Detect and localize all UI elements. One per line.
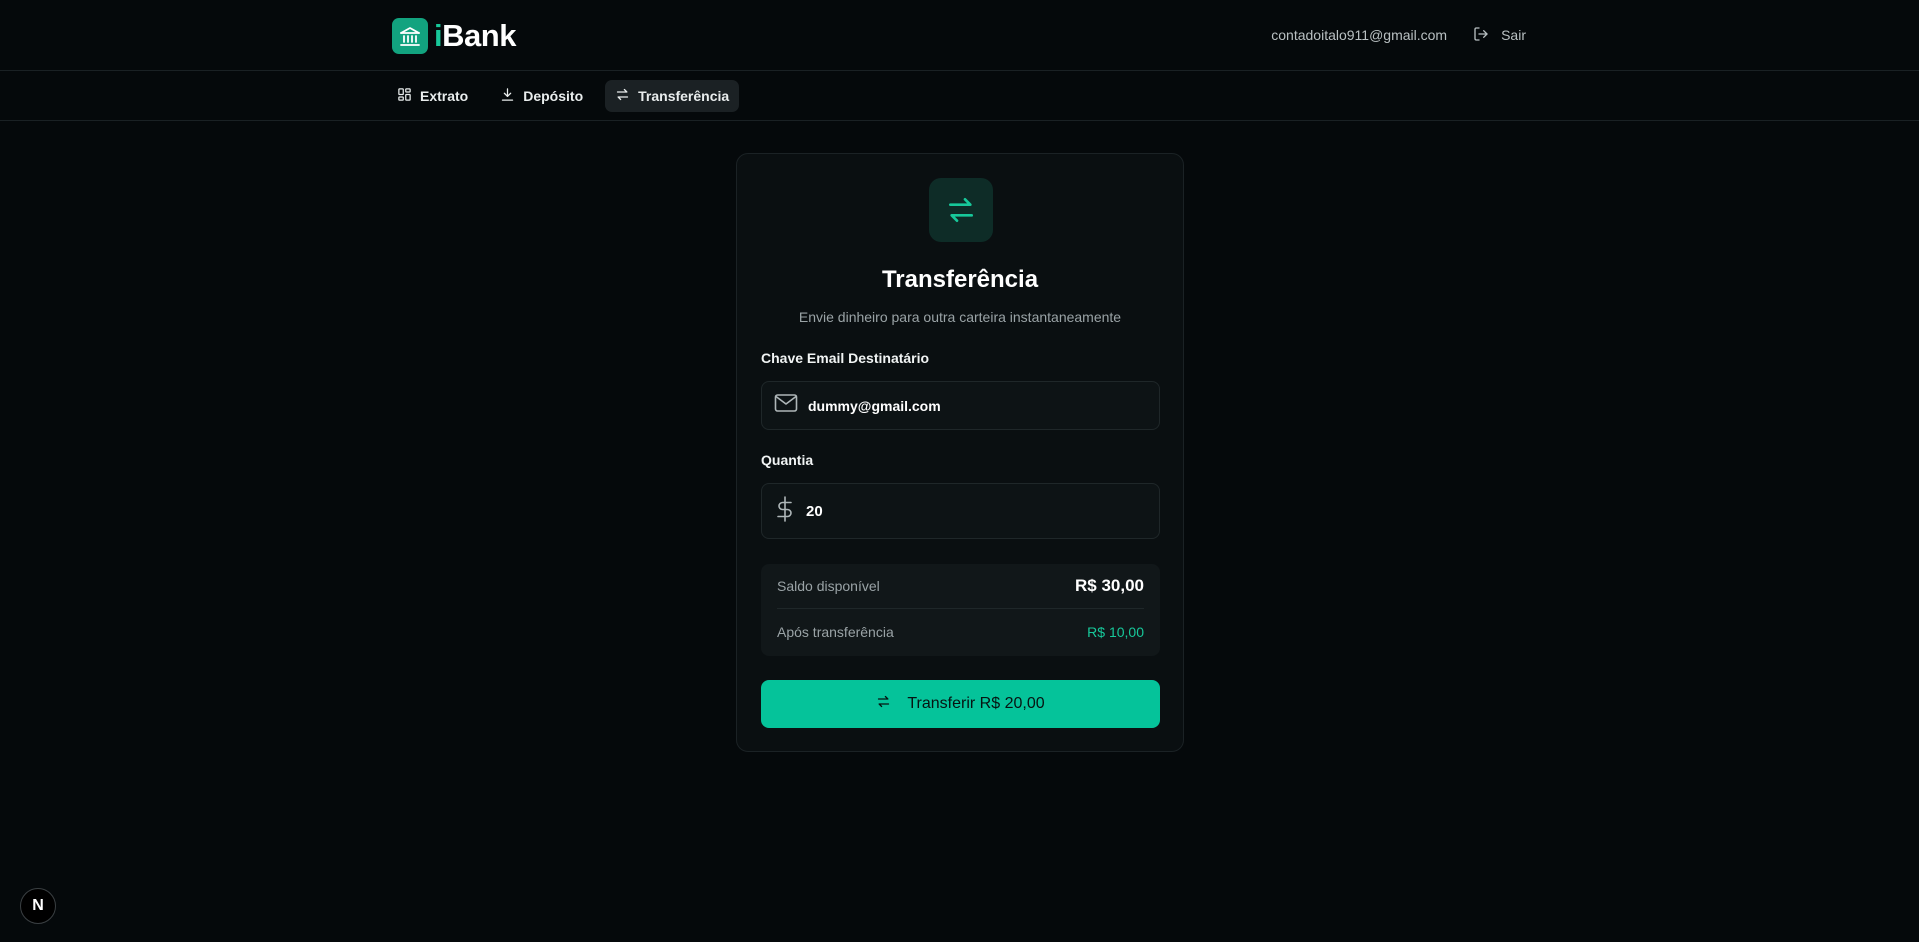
after-transfer-label: Após transferência	[777, 623, 894, 640]
logout-button[interactable]: Sair	[1473, 26, 1526, 45]
brand-name-rest: Bank	[442, 18, 516, 53]
balance-value: R$ 30,00	[1075, 576, 1144, 595]
amount-field-wrapper	[761, 483, 1160, 539]
amount-input[interactable]	[804, 501, 1144, 521]
tab-transferencia-label: Transferência	[638, 88, 730, 104]
transfer-submit-label: Transferir R$ 20,00	[907, 695, 1045, 712]
page-subtitle: Envie dinheiro para outra carteira insta…	[798, 309, 1122, 325]
brand-name: iBank	[434, 18, 516, 54]
transfer-hero-icon	[929, 178, 993, 242]
mail-icon	[774, 393, 798, 418]
user-area: contadoitalo911@gmail.com Sair	[1271, 24, 1526, 46]
balance-summary: Saldo disponível R$ 30,00 Após transferê…	[761, 564, 1160, 656]
after-transfer-value: R$ 10,00	[1087, 623, 1144, 640]
dev-tools-badge[interactable]: N	[20, 888, 56, 924]
email-label: Chave Email Destinatário	[761, 350, 930, 366]
transfer-submit-button[interactable]: Transferir R$ 20,00	[761, 680, 1160, 728]
balance-row: Saldo disponível R$ 30,00	[777, 564, 1144, 609]
top-header: iBank contadoitalo911@gmail.com Sair	[0, 0, 1919, 71]
download-icon	[500, 87, 515, 105]
amount-label: Quantia	[761, 452, 814, 468]
main-nav: Extrato Depósito Transferência	[0, 72, 1919, 121]
logout-icon	[1473, 26, 1489, 45]
dollar-icon	[774, 495, 796, 527]
email-field-wrapper	[761, 381, 1160, 430]
tab-deposito[interactable]: Depósito	[490, 80, 593, 112]
tab-transferencia[interactable]: Transferência	[605, 80, 740, 112]
dashboard-grid-icon	[397, 87, 412, 105]
tab-extrato-label: Extrato	[420, 88, 469, 104]
email-input[interactable]	[806, 396, 1146, 415]
transfer-card: Transferência Envie dinheiro para outra …	[736, 153, 1184, 752]
transfer-arrows-icon	[615, 87, 630, 105]
logout-label: Sair	[1501, 27, 1526, 43]
tab-extrato[interactable]: Extrato	[387, 80, 478, 112]
after-transfer-row: Após transferência R$ 10,00	[777, 609, 1144, 654]
user-email: contadoitalo911@gmail.com	[1271, 27, 1448, 43]
tab-deposito-label: Depósito	[523, 88, 584, 104]
page-title: Transferência	[881, 266, 1039, 293]
brand-name-accent: i	[434, 18, 443, 53]
dev-tools-badge-label: N	[32, 897, 44, 914]
balance-label: Saldo disponível	[777, 578, 880, 594]
brand[interactable]: iBank	[392, 18, 516, 54]
bank-building-icon	[392, 18, 428, 54]
transfer-arrows-icon	[876, 694, 891, 714]
nav-tabs: Extrato Depósito Transferência	[387, 80, 740, 112]
